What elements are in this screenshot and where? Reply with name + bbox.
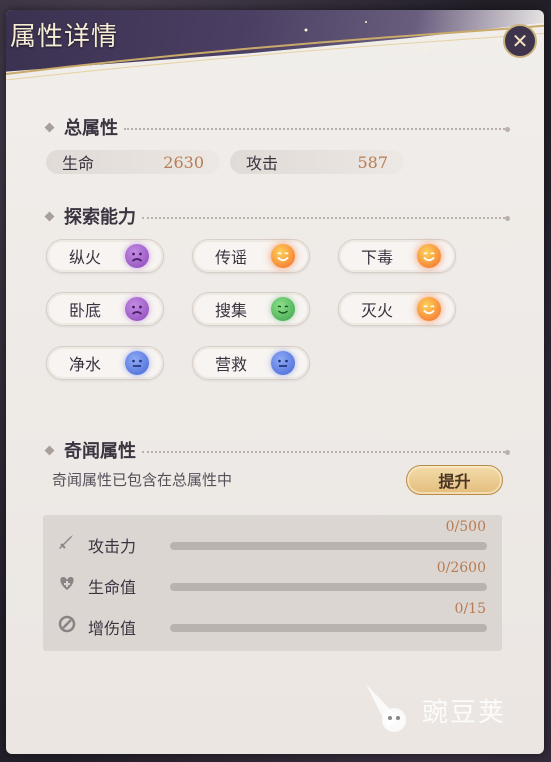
skill-label: 搜集 (215, 301, 248, 320)
skill-chip[interactable]: 净水 (46, 346, 164, 380)
heart-plus-icon (60, 577, 74, 590)
happy-face-icon (417, 297, 441, 321)
section-title: 总属性 (64, 118, 118, 139)
neutral-face-icon (125, 351, 149, 375)
close-button[interactable]: ✕ (503, 24, 537, 58)
dotted-divider (124, 128, 505, 130)
watermark: 豌豆荚 (358, 678, 528, 738)
skill-chip[interactable]: 下毒 (338, 239, 456, 273)
skill-label: 净水 (69, 355, 102, 374)
sword-icon (59, 535, 73, 549)
bonus-row-attack: 攻击力 0/500 (43, 519, 502, 559)
progress-bar (170, 583, 487, 591)
section-title: 探索能力 (64, 207, 136, 228)
neutral-face-icon (271, 351, 295, 375)
section-title: 奇闻属性 (64, 441, 136, 462)
stat-attack: 攻击 587 (230, 150, 404, 174)
bonus-value: 0/15 (454, 601, 486, 617)
skill-label: 下毒 (361, 248, 394, 267)
skill-chip[interactable]: 纵火 (46, 239, 164, 273)
sad-face-icon (125, 244, 149, 268)
bonus-label: 增伤值 (88, 619, 137, 638)
bonus-label: 生命值 (88, 578, 137, 597)
section-exploration: 探索能力 (44, 203, 510, 229)
stat-value: 2630 (163, 152, 204, 172)
bonus-label: 攻击力 (88, 537, 137, 556)
skill-chip[interactable]: 传谣 (192, 239, 310, 273)
curio-description: 奇闻属性已包含在总属性中 (52, 471, 233, 489)
diamond-bullet-icon (44, 122, 55, 132)
skill-label: 灭火 (361, 301, 394, 320)
diamond-bullet-icon (44, 445, 55, 455)
skill-chip[interactable]: 营救 (192, 346, 310, 380)
attribute-details-panel: 属性详情 ✕ 总属性 生命 2630 攻击 587 探索能力 纵火 传谣 下毒卧底 搜… (6, 10, 544, 754)
watermark-text: 豌豆荚 (422, 698, 507, 728)
stat-value: 587 (357, 152, 388, 172)
bonus-row-hp: 生命值 0/2600 (43, 560, 502, 600)
damage-boost-icon (58, 615, 76, 633)
bonus-value: 0/2600 (436, 560, 486, 576)
skill-label: 营救 (215, 355, 248, 374)
curio-bonus-box: 攻击力 0/500 生命值 0/2600 增伤值 0/15 (43, 515, 502, 651)
skill-label: 纵火 (69, 248, 102, 267)
skill-chip[interactable]: 搜集 (192, 292, 310, 326)
skill-chip[interactable]: 卧底 (46, 292, 164, 326)
happy-face-icon (417, 244, 441, 268)
dotted-divider (142, 451, 505, 453)
stat-label: 生命 (62, 154, 95, 173)
happy-face-icon (271, 244, 295, 268)
close-star-icon: ✕ (511, 29, 529, 53)
skill-label: 卧底 (69, 301, 102, 320)
progress-bar (170, 542, 487, 550)
bonus-row-damage: 增伤值 0/15 (43, 601, 502, 641)
progress-bar (170, 624, 487, 632)
skill-label: 传谣 (215, 248, 248, 267)
stat-hp: 生命 2630 (46, 150, 220, 174)
section-total-attributes: 总属性 (44, 114, 510, 140)
skill-chip[interactable]: 灭火 (338, 292, 456, 326)
dotted-divider (142, 217, 505, 219)
sad-face-icon (125, 297, 149, 321)
stat-label: 攻击 (246, 154, 279, 173)
section-curio: 奇闻属性 (44, 437, 510, 463)
watermark-logo-icon (366, 684, 406, 732)
page-title: 属性详情 (10, 22, 119, 52)
diamond-bullet-icon (44, 211, 55, 221)
boost-button[interactable]: 提升 (406, 465, 503, 495)
smile-face-icon (271, 297, 295, 321)
bonus-value: 0/500 (445, 519, 486, 535)
